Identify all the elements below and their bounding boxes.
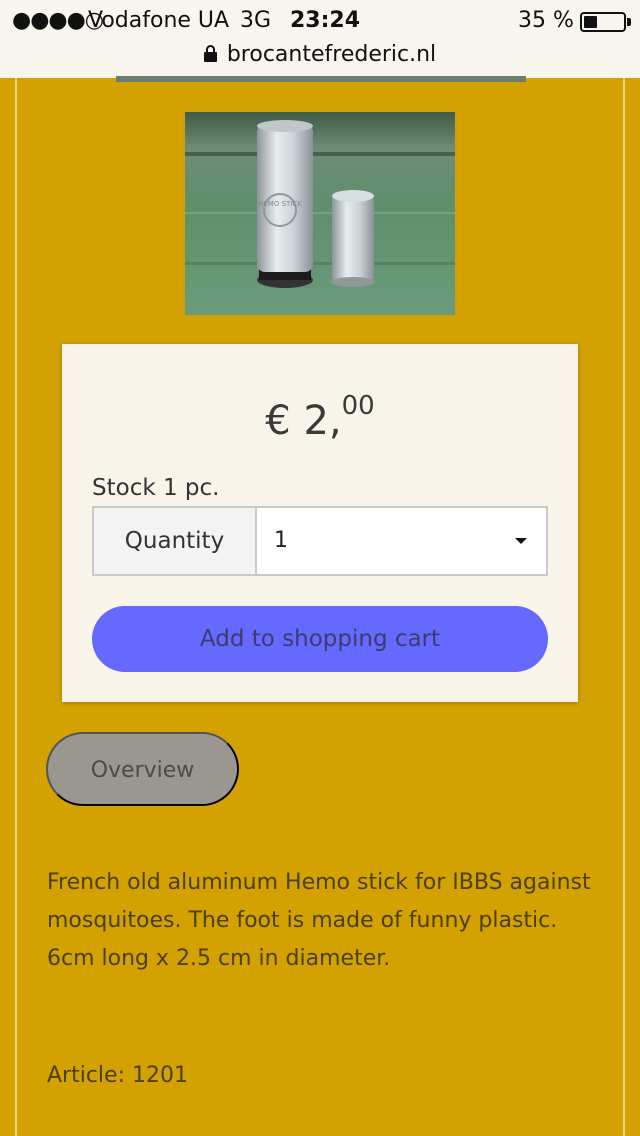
battery-level (584, 16, 597, 28)
previous-image-edge (116, 76, 526, 82)
product-description: French old aluminum Hemo stick for IBBS … (47, 870, 591, 971)
left-border-line (15, 78, 17, 1136)
dropdown-caret-icon[interactable] (515, 538, 527, 544)
article-number: Article: 1201 (47, 1063, 188, 1088)
price-main: € 2, (265, 398, 342, 444)
network-type: 3G (240, 8, 272, 33)
right-border-line (623, 78, 625, 1136)
browser-status-bar: ●●●●○ Vodafone UA 3G 23:24 35 % brocante… (0, 0, 640, 78)
quantity-selector[interactable]: Quantity 1 (92, 506, 548, 576)
product-image-text: HEMO STICK (258, 200, 302, 208)
stock-label: Stock 1 pc. (92, 475, 220, 501)
add-to-cart-button[interactable]: Add to shopping cart (92, 606, 548, 672)
lock-icon (203, 45, 217, 62)
status-row: ●●●●○ Vodafone UA 3G 23:24 35 % (0, 4, 640, 38)
url-text[interactable]: brocantefrederic.nl (227, 42, 436, 67)
product-photo[interactable]: HEMO STICK (185, 112, 455, 315)
battery-tip (627, 18, 631, 26)
clock: 23:24 (290, 8, 361, 33)
battery-icon (580, 12, 626, 32)
price-cents: 00 (341, 391, 375, 421)
price: € 2,00 (0, 380, 640, 447)
battery-percent: 35 % (518, 8, 574, 33)
quantity-label: Quantity (94, 508, 257, 574)
quantity-value[interactable]: 1 (274, 508, 288, 574)
carrier-name: Vodafone UA (88, 8, 230, 33)
address-bar[interactable]: brocantefrederic.nl (0, 38, 640, 72)
overview-button[interactable]: Overview (46, 732, 239, 806)
